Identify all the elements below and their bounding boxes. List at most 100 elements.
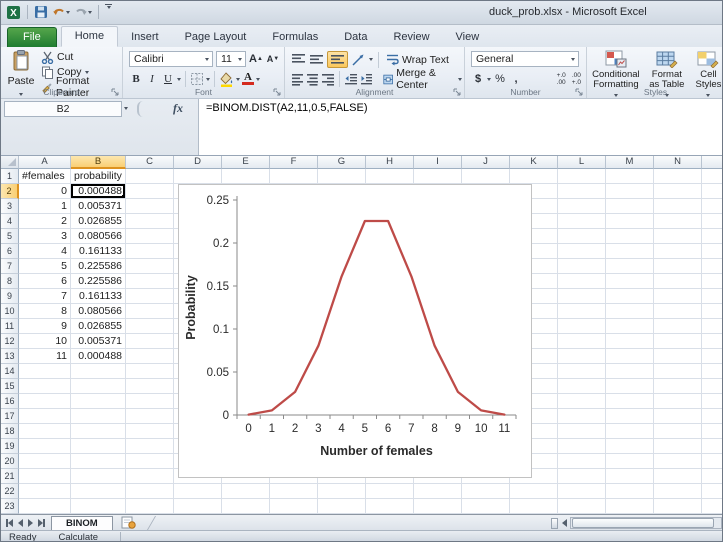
cell-J1[interactable] xyxy=(462,169,510,184)
column-header-N[interactable]: N xyxy=(654,156,702,169)
column-header-M[interactable]: M xyxy=(606,156,654,169)
cell-C9[interactable] xyxy=(126,289,174,304)
column-header-C[interactable]: C xyxy=(126,156,174,169)
cell-A9[interactable]: 7 xyxy=(19,289,71,304)
cell-B4[interactable]: 0.026855 xyxy=(71,214,126,229)
cell-L9[interactable] xyxy=(558,289,606,304)
row-header-7[interactable]: 7 xyxy=(1,259,19,274)
cell-C23[interactable] xyxy=(126,499,174,514)
cell-partial[interactable] xyxy=(702,379,722,394)
cell-A22[interactable] xyxy=(19,484,71,499)
cell-E22[interactable] xyxy=(222,484,270,499)
row-header-10[interactable]: 10 xyxy=(1,304,19,319)
cell-M11[interactable] xyxy=(606,319,654,334)
cell-N21[interactable] xyxy=(654,469,702,484)
cell-N15[interactable] xyxy=(654,379,702,394)
row-header-18[interactable]: 18 xyxy=(1,424,19,439)
cell-A6[interactable]: 4 xyxy=(19,244,71,259)
embedded-chart[interactable]: 0 0.05 0.1 0.15 0.2 0.25 0 1 2 3 4 5 6 7 8 9 10 11 Probabi… xyxy=(178,184,532,478)
accounting-format-dropdown[interactable] xyxy=(487,77,491,81)
name-box-dropdown[interactable] xyxy=(124,107,128,110)
column-header-J[interactable]: J xyxy=(462,156,510,169)
row-header-8[interactable]: 8 xyxy=(1,274,19,289)
row-header-1[interactable]: 1 xyxy=(1,169,19,184)
cell-M19[interactable] xyxy=(606,439,654,454)
cell-L3[interactable] xyxy=(558,199,606,214)
row-header-5[interactable]: 5 xyxy=(1,229,19,244)
accounting-format-button[interactable]: $ xyxy=(471,71,485,87)
align-right-icon[interactable] xyxy=(321,73,334,86)
cell-N3[interactable] xyxy=(654,199,702,214)
cell-L8[interactable] xyxy=(558,274,606,289)
cell-C13[interactable] xyxy=(126,349,174,364)
scrollbar-thumb[interactable] xyxy=(572,518,714,528)
font-size-combo[interactable]: 11 xyxy=(216,51,246,67)
cell-B16[interactable] xyxy=(71,394,126,409)
cell-N20[interactable] xyxy=(654,454,702,469)
borders-dropdown[interactable] xyxy=(206,77,210,81)
cell-F1[interactable] xyxy=(270,169,318,184)
italic-button[interactable]: I xyxy=(145,71,159,87)
cell-M12[interactable] xyxy=(606,334,654,349)
cell-C7[interactable] xyxy=(126,259,174,274)
cell-H23[interactable] xyxy=(366,499,414,514)
cell-B18[interactable] xyxy=(71,424,126,439)
cell-E23[interactable] xyxy=(222,499,270,514)
cell-partial[interactable] xyxy=(702,184,722,199)
cell-N16[interactable] xyxy=(654,394,702,409)
cell-partial[interactable] xyxy=(702,364,722,379)
status-calculate[interactable]: Calculate xyxy=(36,532,98,542)
orientation-icon[interactable] xyxy=(351,53,366,67)
cell-partial[interactable] xyxy=(702,424,722,439)
cell-B9[interactable]: 0.161133 xyxy=(71,289,126,304)
undo-icon[interactable] xyxy=(52,4,70,20)
insert-function-icon[interactable]: fx xyxy=(173,101,183,116)
grow-font-button[interactable]: A ▲ xyxy=(249,51,263,67)
cell-M2[interactable] xyxy=(606,184,654,199)
cell-partial[interactable] xyxy=(702,214,722,229)
fill-color-icon[interactable] xyxy=(219,71,234,87)
align-center-icon[interactable] xyxy=(306,73,319,86)
cell-B12[interactable]: 0.005371 xyxy=(71,334,126,349)
font-color-dropdown[interactable] xyxy=(256,77,260,81)
cell-G22[interactable] xyxy=(318,484,366,499)
column-header-E[interactable]: E xyxy=(222,156,270,169)
cell-M17[interactable] xyxy=(606,409,654,424)
cell-B10[interactable]: 0.080566 xyxy=(71,304,126,319)
cell-N2[interactable] xyxy=(654,184,702,199)
cell-J23[interactable] xyxy=(462,499,510,514)
cell-partial[interactable] xyxy=(702,349,722,364)
next-sheet-icon[interactable] xyxy=(28,518,33,527)
cell-A21[interactable] xyxy=(19,469,71,484)
cell-I23[interactable] xyxy=(414,499,462,514)
cell-C20[interactable] xyxy=(126,454,174,469)
cell-M10[interactable] xyxy=(606,304,654,319)
cell-D22[interactable] xyxy=(174,484,222,499)
cell-C14[interactable] xyxy=(126,364,174,379)
cell-partial[interactable] xyxy=(702,304,722,319)
cell-C16[interactable] xyxy=(126,394,174,409)
cell-N22[interactable] xyxy=(654,484,702,499)
cell-F22[interactable] xyxy=(270,484,318,499)
row-header-6[interactable]: 6 xyxy=(1,244,19,259)
cell-G1[interactable] xyxy=(318,169,366,184)
cell-N19[interactable] xyxy=(654,439,702,454)
cell-B23[interactable] xyxy=(71,499,126,514)
cell-A18[interactable] xyxy=(19,424,71,439)
cell-L11[interactable] xyxy=(558,319,606,334)
cell-C18[interactable] xyxy=(126,424,174,439)
cell-A3[interactable]: 1 xyxy=(19,199,71,214)
middle-align-icon[interactable] xyxy=(309,53,324,66)
cell-E1[interactable] xyxy=(222,169,270,184)
cell-N23[interactable] xyxy=(654,499,702,514)
cell-A23[interactable] xyxy=(19,499,71,514)
cell-I22[interactable] xyxy=(414,484,462,499)
cell-C11[interactable] xyxy=(126,319,174,334)
cell-L1[interactable] xyxy=(558,169,606,184)
cell-B5[interactable]: 0.080566 xyxy=(71,229,126,244)
cell-L15[interactable] xyxy=(558,379,606,394)
cell-N13[interactable] xyxy=(654,349,702,364)
cell-M16[interactable] xyxy=(606,394,654,409)
cell-B6[interactable]: 0.161133 xyxy=(71,244,126,259)
formula-bar-splitter[interactable] xyxy=(137,101,146,117)
